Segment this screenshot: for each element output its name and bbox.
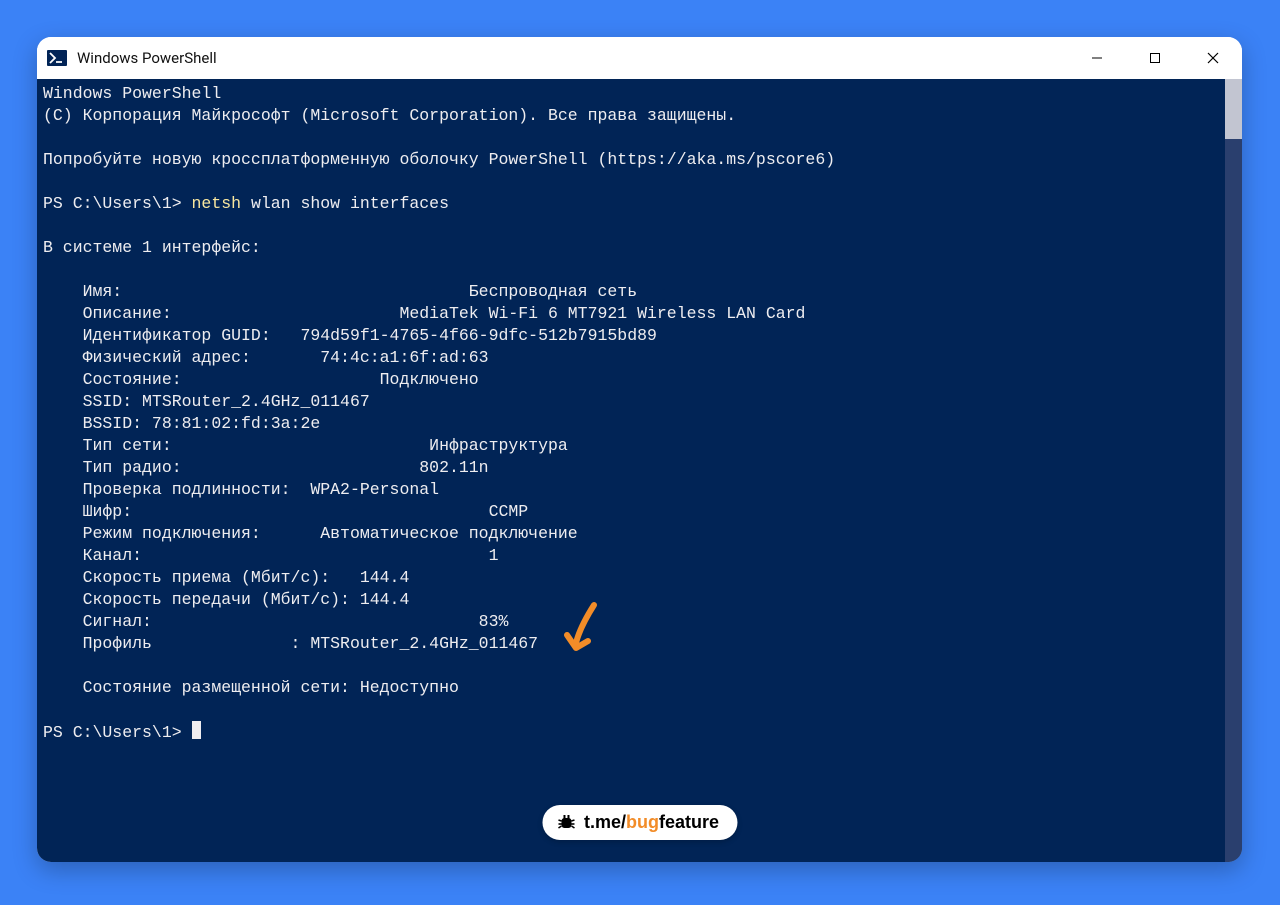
terminal-output[interactable]: Windows PowerShell (С) Корпорация Майкро… <box>37 79 1225 862</box>
interface-line: SSID: MTSRouter_2.4GHz_011467 <box>43 392 370 411</box>
powershell-icon <box>47 48 67 68</box>
prompt-line: PS C:\Users\1> <box>43 723 201 742</box>
term-line: Попробуйте новую кроссплатформенную обол… <box>43 150 835 169</box>
term-line: Windows PowerShell <box>43 84 221 103</box>
interface-line: Описание: MediaTek Wi-Fi 6 MT7921 Wirele… <box>43 304 805 323</box>
watermark-bug: bug <box>626 812 659 833</box>
interface-line: Тип сети: Инфраструктура <box>43 436 568 455</box>
interface-line: Профиль : MTSRouter_2.4GHz_011467 <box>43 634 538 653</box>
scrollbar[interactable] <box>1225 79 1242 862</box>
window-buttons <box>1068 37 1242 79</box>
interface-line: Проверка подлинности: WPA2-Personal <box>43 480 439 499</box>
watermark-prefix: t.me/ <box>584 812 626 833</box>
interface-line: Скорость приема (Мбит/с): 144.4 <box>43 568 409 587</box>
close-button[interactable] <box>1184 37 1242 79</box>
term-line: Состояние размещенной сети: Недоступно <box>43 678 459 697</box>
interface-line: Шифр: CCMP <box>43 502 528 521</box>
minimize-button[interactable] <box>1068 37 1126 79</box>
term-line: В системе 1 интерфейс: <box>43 238 261 257</box>
term-line: (С) Корпорация Майкрософт (Microsoft Cor… <box>43 106 736 125</box>
interface-line: Физический адрес: 74:4c:a1:6f:ad:63 <box>43 348 489 367</box>
scrollbar-thumb[interactable] <box>1225 79 1242 139</box>
interface-line: Имя: Беспроводная сеть <box>43 282 637 301</box>
command-name: netsh <box>192 194 242 213</box>
prompt-line: PS C:\Users\1> netsh wlan show interface… <box>43 194 449 213</box>
terminal-area: Windows PowerShell (С) Корпорация Майкро… <box>37 79 1242 862</box>
powershell-window: Windows PowerShell Windows PowerShell (С… <box>37 37 1242 862</box>
interface-line: Идентификатор GUID: 794d59f1-4765-4f66-9… <box>43 326 657 345</box>
watermark-feature: feature <box>659 812 719 833</box>
maximize-button[interactable] <box>1126 37 1184 79</box>
interface-line: Сигнал: 83% <box>43 612 508 631</box>
interface-line: Тип радио: 802.11n <box>43 458 489 477</box>
interface-line: BSSID: 78:81:02:fd:3a:2e <box>43 414 320 433</box>
interface-line: Режим подключения: Автоматическое подклю… <box>43 524 578 543</box>
watermark-badge[interactable]: t.me/bugfeature <box>542 805 737 840</box>
cursor <box>192 721 201 739</box>
interface-line: Канал: 1 <box>43 546 498 565</box>
bug-icon <box>556 814 576 832</box>
interface-line: Скорость передачи (Мбит/с): 144.4 <box>43 590 409 609</box>
titlebar[interactable]: Windows PowerShell <box>37 37 1242 79</box>
window-title: Windows PowerShell <box>77 49 1068 67</box>
interface-line: Состояние: Подключено <box>43 370 479 389</box>
